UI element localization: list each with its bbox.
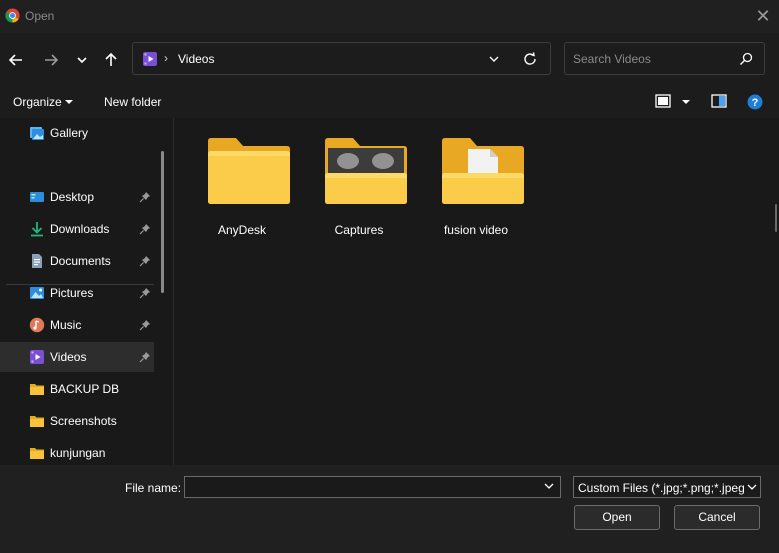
back-arrow-icon[interactable] bbox=[6, 50, 26, 70]
svg-text:?: ? bbox=[752, 97, 759, 109]
caret-down-icon[interactable] bbox=[681, 99, 691, 105]
pin-icon bbox=[139, 352, 150, 363]
chrome-icon bbox=[5, 8, 20, 23]
forward-arrow-icon[interactable] bbox=[41, 50, 61, 70]
music-icon bbox=[29, 317, 45, 333]
folder-item-anydesk[interactable]: AnyDesk bbox=[190, 131, 294, 241]
folder-icon bbox=[208, 138, 290, 204]
pin-icon bbox=[139, 256, 150, 267]
file-name-input[interactable] bbox=[184, 476, 561, 498]
pin-icon bbox=[139, 224, 150, 235]
close-icon[interactable]: ✕ bbox=[752, 6, 774, 26]
help-icon[interactable]: ? bbox=[747, 94, 763, 110]
file-type-value: Custom Files (*.jpg;*.png;*.jpeg bbox=[578, 481, 744, 495]
folder-icon bbox=[30, 448, 44, 459]
folder-item-fusion-video[interactable]: fusion video bbox=[424, 131, 528, 241]
view-mode-icon[interactable] bbox=[655, 94, 671, 108]
folder-with-document-icon bbox=[442, 138, 524, 204]
sidebar-item-label: Screenshots bbox=[50, 414, 117, 428]
sidebar-item-videos[interactable]: Videos bbox=[0, 342, 154, 372]
sidebar-item-pictures[interactable]: Pictures bbox=[0, 278, 154, 308]
sidebar-item-label: Gallery bbox=[50, 126, 89, 140]
sidebar-item-label: kunjungan bbox=[50, 446, 106, 460]
up-arrow-icon[interactable] bbox=[101, 50, 121, 70]
main-scrollbar[interactable] bbox=[775, 204, 777, 232]
sidebar-item-label: Downloads bbox=[50, 222, 110, 236]
refresh-icon[interactable] bbox=[522, 51, 538, 67]
sidebar-item-gallery[interactable]: Gallery bbox=[0, 118, 154, 148]
folder-icon bbox=[30, 416, 44, 427]
caret-down-icon[interactable] bbox=[64, 99, 74, 105]
pin-icon bbox=[139, 192, 150, 203]
videos-folder-icon bbox=[143, 52, 157, 66]
new-folder-button[interactable]: New folder bbox=[104, 95, 161, 109]
gallery-icon bbox=[30, 127, 44, 140]
sidebar-item-downloads[interactable]: Downloads bbox=[0, 214, 154, 244]
breadcrumb-separator: › bbox=[164, 51, 168, 65]
videos-icon bbox=[30, 350, 44, 364]
chevron-down-icon[interactable] bbox=[747, 484, 757, 491]
sidebar-item-label: Desktop bbox=[50, 190, 95, 204]
sidebar-item-desktop[interactable]: Desktop bbox=[0, 182, 154, 212]
sidebar-item-screenshots[interactable]: Screenshots bbox=[0, 406, 154, 436]
navigation-pane: Gallery Desktop Downloads Documents Pict… bbox=[0, 118, 173, 465]
desktop-icon bbox=[30, 192, 44, 202]
sidebar-item-label: BACKUP DB bbox=[50, 382, 120, 396]
address-bar[interactable]: › Videos bbox=[132, 42, 551, 75]
file-name: AnyDesk bbox=[217, 223, 267, 237]
search-placeholder: Search Videos bbox=[573, 52, 651, 66]
address-dropdown-icon[interactable] bbox=[487, 52, 501, 66]
title-bar bbox=[0, 0, 779, 33]
file-name: Captures bbox=[334, 223, 384, 237]
sidebar-item-label: Music bbox=[50, 318, 82, 332]
window-title: Open bbox=[25, 9, 55, 23]
sidebar-item-kunjungan[interactable]: kunjungan bbox=[0, 438, 154, 468]
pin-icon bbox=[139, 288, 150, 299]
search-icon[interactable] bbox=[739, 52, 753, 66]
sidebar-item-backup-db[interactable]: BACKUP DB bbox=[0, 374, 154, 404]
folder-with-thumbnails-icon bbox=[325, 138, 407, 204]
preview-pane-icon[interactable] bbox=[711, 94, 727, 108]
cancel-button[interactable]: Cancel bbox=[674, 505, 760, 530]
file-name: fusion video bbox=[443, 223, 509, 237]
documents-icon bbox=[32, 254, 42, 268]
search-input[interactable]: Search Videos bbox=[564, 42, 765, 75]
pin-icon bbox=[139, 320, 150, 331]
pictures-icon bbox=[30, 287, 44, 299]
sidebar-item-label: Pictures bbox=[50, 286, 94, 300]
breadcrumb-location[interactable]: Videos bbox=[178, 52, 214, 66]
sidebar-item-music[interactable]: Music bbox=[0, 310, 154, 340]
file-type-select[interactable]: Custom Files (*.jpg;*.png;*.jpeg bbox=[573, 476, 761, 498]
folder-icon bbox=[30, 384, 44, 395]
sidebar-item-documents[interactable]: Documents bbox=[0, 246, 154, 276]
chevron-down-icon[interactable] bbox=[544, 483, 554, 490]
organize-button[interactable]: Organize bbox=[13, 95, 62, 109]
file-name-label: File name: bbox=[125, 481, 182, 495]
chevron-down-icon[interactable] bbox=[72, 50, 92, 70]
sidebar-scrollbar[interactable] bbox=[161, 151, 164, 293]
open-button[interactable]: Open bbox=[574, 505, 660, 530]
sidebar-item-label: Documents bbox=[50, 254, 111, 268]
sidebar-item-label: Videos bbox=[50, 350, 87, 364]
downloads-icon bbox=[31, 222, 43, 237]
folder-item-captures[interactable]: Captures bbox=[307, 131, 411, 241]
